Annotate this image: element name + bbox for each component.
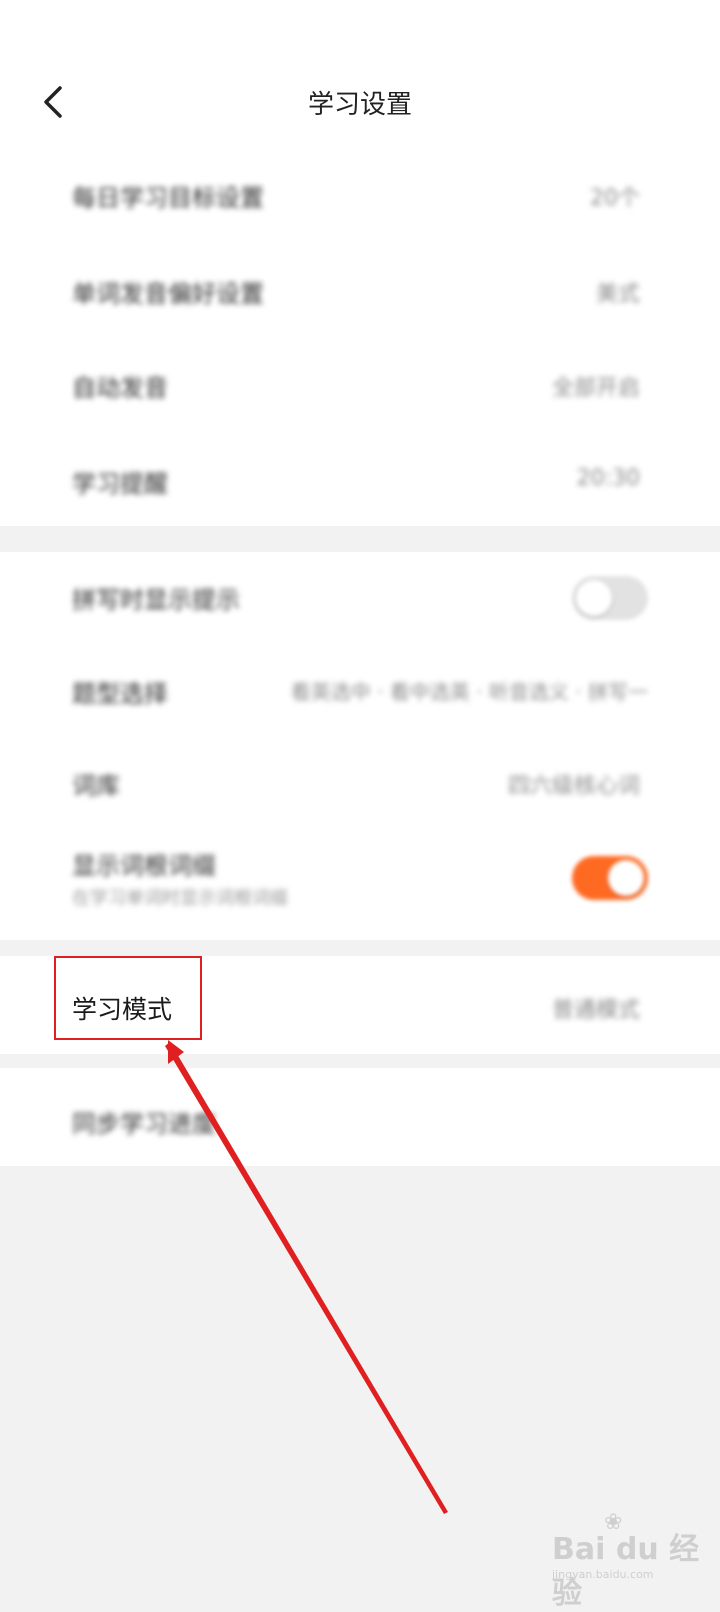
watermark-url: jingyan.baidu.com: [552, 1568, 654, 1581]
watermark: ❀ Bai du 经验 jingyan.baidu.com: [552, 1510, 712, 1611]
annotation-arrow: [165, 1040, 448, 1514]
study-settings-screen: 学习设置 每日学习目标设置 20个 单词发音偏好设置 美式 自动发音 全部开启 …: [0, 0, 720, 1611]
